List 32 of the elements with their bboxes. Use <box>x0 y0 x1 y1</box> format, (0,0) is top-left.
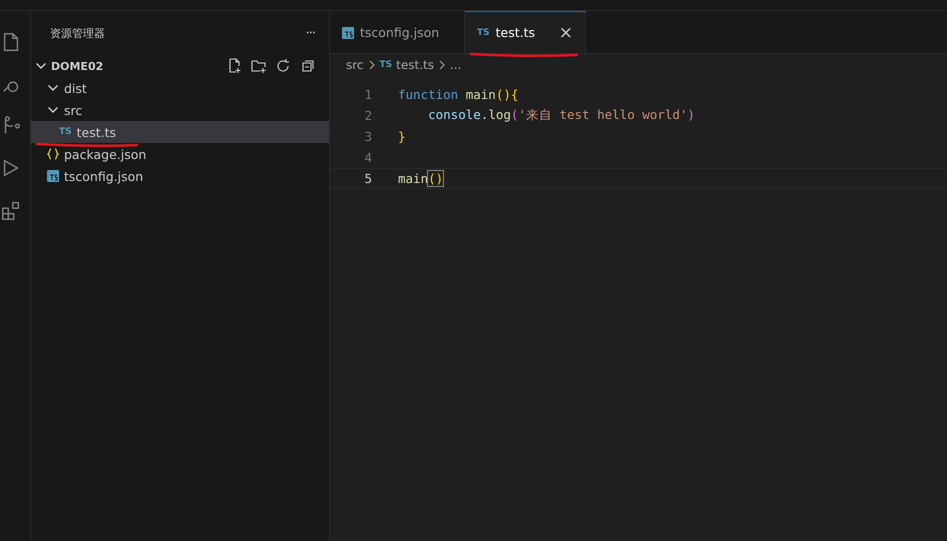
tree-item[interactable]: package.json <box>31 143 329 165</box>
tree-item[interactable]: dist <box>31 77 329 99</box>
line-number: 1 <box>363 87 373 102</box>
more-actions-button[interactable]: ··· <box>306 26 315 40</box>
explorer-title: 资源管理器 <box>50 26 105 40</box>
new-file-icon[interactable] <box>227 58 243 74</box>
tree-item[interactable]: src <box>31 99 329 121</box>
new-folder-icon[interactable] <box>251 58 267 74</box>
ts-config-file-icon <box>47 170 59 182</box>
line-number: 4 <box>363 150 373 165</box>
ts-file-icon: TS <box>477 28 490 38</box>
code-line: main() <box>398 171 444 186</box>
breadcrumb-item[interactable]: src <box>346 58 364 72</box>
workspace-root[interactable]: DOME02 <box>31 55 329 77</box>
line-number: 2 <box>363 108 373 123</box>
code-line: } <box>398 129 406 144</box>
refresh-icon[interactable] <box>275 58 291 74</box>
extensions-icon[interactable] <box>0 199 22 221</box>
code-line: console.log('来自 test hello world') <box>428 107 695 124</box>
breadcrumb-item[interactable]: ... <box>450 58 462 72</box>
ts-file-icon: TS <box>380 60 392 70</box>
close-tab-button[interactable]: × <box>558 22 573 42</box>
tree-item[interactable]: tsconfig.json <box>31 165 329 187</box>
breadcrumb-item[interactable]: test.ts <box>396 58 434 72</box>
ts-config-file-icon <box>342 26 354 38</box>
chevron-right-icon <box>438 60 446 70</box>
line-number: 3 <box>363 129 373 144</box>
code-line: function main(){ <box>398 87 518 102</box>
braces-file-icon <box>47 148 59 160</box>
line-number: 5 <box>363 171 373 186</box>
chevron-right-icon <box>368 60 376 70</box>
ts-file-icon: TS <box>59 127 72 137</box>
